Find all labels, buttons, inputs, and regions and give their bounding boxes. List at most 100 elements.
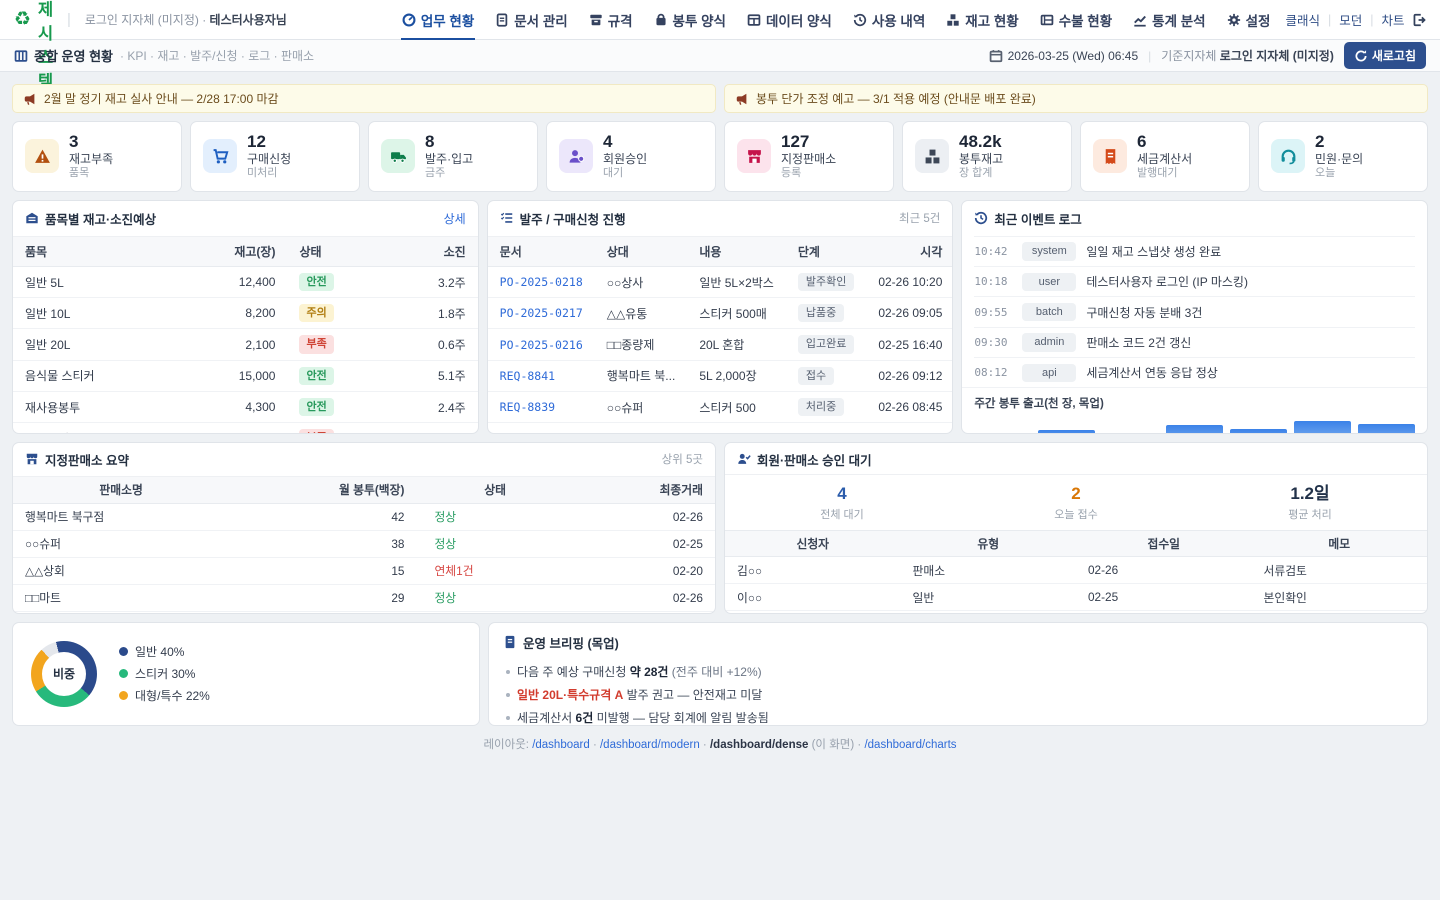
page-title: 종합 운영 현황	[14, 46, 113, 65]
nav-settings[interactable]: 설정	[1226, 0, 1272, 40]
seller-status: 정상	[434, 510, 456, 524]
doc-link[interactable]: PO-2025-0218	[500, 275, 583, 289]
stat-avg-processing: 1.2일평균 처리	[1193, 484, 1427, 522]
stage-badge: 발주확인	[798, 273, 854, 291]
bag-icon	[654, 13, 668, 27]
nav-work-status[interactable]: 업무 현황	[401, 0, 475, 40]
table-row[interactable]: □□마트29정상02-26	[13, 584, 715, 611]
table-row[interactable]: 음식물 스티커15,000안전5.1주	[13, 360, 478, 391]
nav-transfers[interactable]: 수불 현황	[1039, 0, 1113, 40]
seller-status: 연체1건	[434, 564, 473, 578]
briefing-item: 세금계산서 6건 미발행 — 담당 회계에 알림 발송됨	[503, 706, 1413, 726]
share-panel: 비중 일반 40% 스티커 30% 대형/특수 22%	[12, 622, 480, 726]
event-log-list: 10:42system일일 재고 스냅샷 생성 완료 10:18user테스터사…	[962, 236, 1427, 387]
log-row: 10:18user테스터사용자 로그인 (IP 마스킹)	[974, 266, 1415, 296]
gear-icon	[1227, 13, 1241, 27]
doc-link[interactable]: PO-2025-0217	[500, 306, 583, 320]
table-row[interactable]: 일반 5L12,400안전3.2주	[13, 266, 478, 297]
table-row[interactable]: ○○슈퍼38정상02-25	[13, 530, 715, 557]
stat-today-received: 2오늘 접수	[959, 484, 1193, 522]
table-row[interactable]: REQ-8839○○슈퍼스티커 500처리중02-26 08:45	[488, 392, 954, 423]
orders-panel-title: 발주 / 구매신청 진행	[500, 209, 626, 228]
notice-banner: 봉투 단가 조정 예고 — 3/1 적용 예정 (안내문 배포 완료)	[724, 84, 1428, 113]
current-datetime: 2026-03-25 (Wed) 06:45	[989, 49, 1139, 63]
kpi-designated-sellers[interactable]: 127지정판매소등록	[724, 121, 894, 192]
footer-link-modern[interactable]: /dashboard/modern	[600, 739, 700, 751]
nav-inventory[interactable]: 재고 현황	[945, 0, 1019, 40]
history-icon	[853, 13, 867, 27]
status-badge: 안전	[299, 398, 333, 416]
orders-table: 문서 상대 내용 단계 시각 PO-2025-0218○○상사일반 5L×2박스…	[488, 236, 954, 423]
table-row[interactable]: 김○○판매소02-26서류검토	[725, 557, 1427, 584]
nav-usage-history[interactable]: 사용 내역	[852, 0, 926, 40]
receipt-icon	[1102, 148, 1119, 165]
document-icon	[495, 13, 509, 27]
event-log-panel: 최근 이벤트 로그 10:42system일일 재고 스냅샷 생성 완료 10:…	[961, 200, 1428, 434]
table-row[interactable]: 일반 20L2,100부족0.6주	[13, 329, 478, 360]
layout-link-modern[interactable]: 모던	[1339, 10, 1362, 29]
sellers-panel: 지정판매소 요약 상위 5곳 판매소명 월 봉투(백장) 상태 최종거래 행복마…	[12, 442, 716, 614]
table-row[interactable]: △△상회15연체1건02-20	[13, 557, 715, 584]
kpi-tax-invoices[interactable]: 6세금계산서발행대기	[1080, 121, 1250, 192]
stock-detail-link[interactable]: 상세	[444, 210, 466, 227]
table-row[interactable]: ◇◇할인점51정상02-26	[13, 611, 715, 614]
kpi-purchase-requests[interactable]: 12구매신청미처리	[190, 121, 360, 192]
orders-meta: 최근 5건	[899, 210, 940, 226]
doc-link[interactable]: REQ-8839	[500, 400, 555, 414]
table-row[interactable]: 일반 10L8,200주의1.8주	[13, 298, 478, 329]
stage-badge: 접수	[798, 367, 834, 385]
log-row: 10:42system일일 재고 스냅샷 생성 완료	[974, 236, 1415, 266]
nav-statistics[interactable]: 통계 분석	[1132, 0, 1206, 40]
nav-documents[interactable]: 문서 관리	[494, 0, 568, 40]
logout-button[interactable]	[1412, 13, 1426, 27]
table-row[interactable]: PO-2025-0217△△유통스티커 500매납품중02-26 09:05	[488, 298, 954, 329]
footer-link-charts[interactable]: /dashboard/charts	[864, 739, 956, 751]
nav-specs[interactable]: 규격	[588, 0, 634, 40]
sellers-panel-title: 지정판매소 요약	[25, 450, 129, 469]
kpi-complaints[interactable]: 2민원·문의오늘	[1258, 121, 1428, 192]
table-row[interactable]: 재사용봉투4,300안전2.4주	[13, 392, 478, 423]
legend-item: 일반 40%	[119, 643, 210, 660]
nav-data-forms[interactable]: 데이터 양식	[746, 0, 833, 40]
kpi-low-stock[interactable]: 3재고부족품목	[12, 121, 182, 192]
stage-badge: 입고완료	[798, 335, 854, 353]
layout-link-chart[interactable]: 차트	[1381, 10, 1404, 29]
doc-link[interactable]: REQ-8841	[500, 369, 555, 383]
stage-badge: 처리중	[798, 398, 844, 416]
kpi-orders-inbound[interactable]: 8발주·입고금주	[368, 121, 538, 192]
megaphone-icon	[23, 92, 37, 106]
refresh-button[interactable]: 새로고침	[1344, 42, 1426, 69]
table-row[interactable]: REQ-8841행복마트 북...5L 2,000장접수02-26 09:12	[488, 360, 954, 391]
notice-banner: 2월 말 정기 재고 실사 안내 — 2/28 17:00 마감	[12, 84, 716, 113]
table-row[interactable]: 이○○일반02-25본인확인	[725, 584, 1427, 611]
doc-link[interactable]: PO-2025-0216	[500, 338, 583, 352]
list-check-icon	[500, 211, 514, 225]
divider: |	[1148, 49, 1151, 63]
table-row[interactable]: 박○○판매소02-25주소불일치	[725, 611, 1427, 614]
store-icon	[25, 452, 39, 466]
table-row[interactable]: PO-2025-0216□□종량제20L 혼합입고완료02-25 16:40	[488, 329, 954, 360]
table-row[interactable]: 특수규격 A890부족0.3주	[13, 423, 478, 434]
status-badge: 주의	[299, 304, 333, 322]
approval-panel: 회원·판매소 승인 대기 4전체 대기 2오늘 접수 1.2일평균 처리 신청자…	[724, 442, 1428, 614]
chart-line-icon	[1133, 13, 1147, 27]
table-row[interactable]: PO-2025-0218○○상사일반 5L×2박스발주확인02-26 10:20	[488, 266, 954, 297]
sellers-meta: 상위 5곳	[662, 451, 703, 467]
layout-link-classic[interactable]: 클래식	[1285, 10, 1320, 29]
nav-bag-forms[interactable]: 봉투 양식	[653, 0, 727, 40]
top-header: ♻ 종량제 시스템 | 로그인 지자체 (미지정) · 테스터사용자님 업무 현…	[0, 0, 1440, 40]
kpi-bag-inventory[interactable]: 48.2k봉투재고장 합계	[902, 121, 1072, 192]
footer-link-dashboard[interactable]: /dashboard	[532, 739, 590, 751]
status-badge: 부족	[299, 335, 333, 353]
briefing-list: 다음 주 예상 구매신청 약 28건 (전주 대비 +12%) 일반 20L·특…	[503, 660, 1413, 726]
share-legend: 일반 40% 스티커 30% 대형/특수 22%	[119, 643, 210, 704]
log-row: 08:12api세금계산서 연동 응답 정상	[974, 357, 1415, 387]
legend-item: 대형/특수 22%	[119, 687, 210, 704]
log-row: 09:30admin판매소 코드 2건 갱신	[974, 327, 1415, 357]
kpi-member-approval[interactable]: 4회원승인대기	[546, 121, 716, 192]
truck-icon	[390, 148, 407, 165]
store-icon	[746, 148, 763, 165]
share-donut: 비중	[31, 641, 97, 707]
divider: |	[1328, 13, 1331, 27]
table-row[interactable]: 행복마트 북구점42정상02-26	[13, 503, 715, 530]
